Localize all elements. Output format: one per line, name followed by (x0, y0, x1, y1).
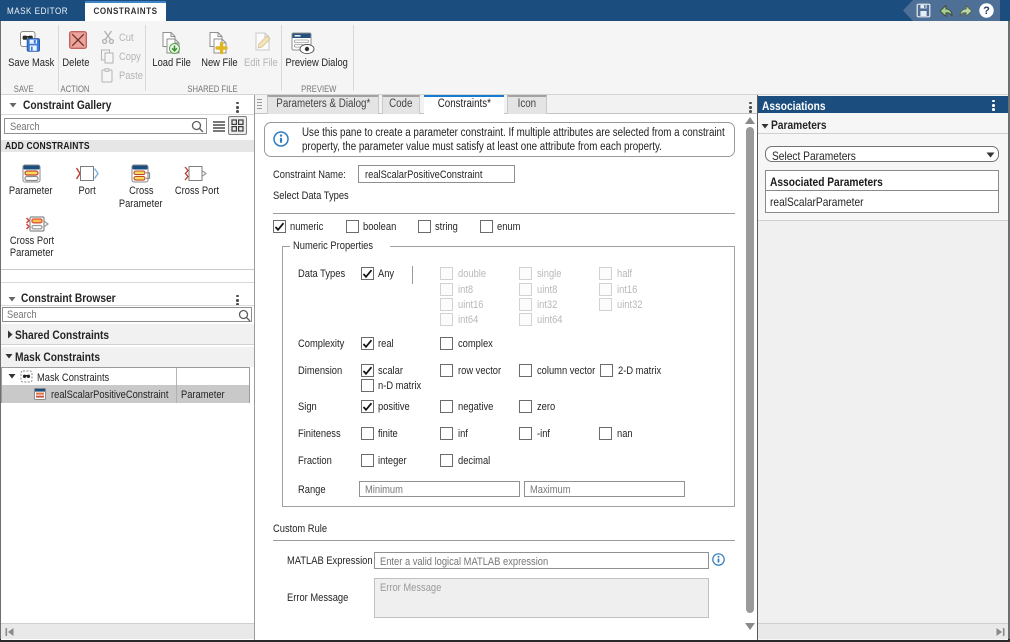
svg-text:?: ? (983, 5, 990, 17)
